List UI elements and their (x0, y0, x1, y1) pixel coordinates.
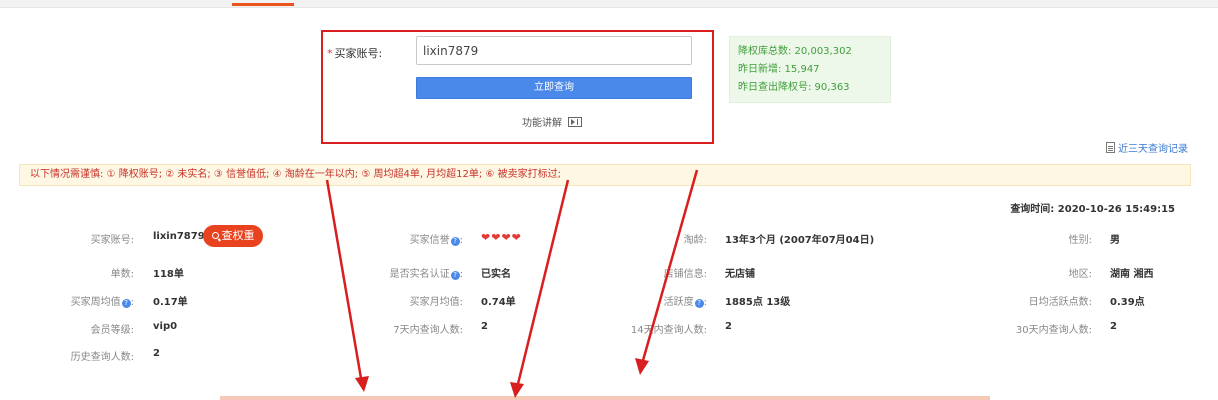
query-14d-label: 14天内查询人数: (630, 325, 707, 336)
document-icon (1106, 142, 1115, 153)
history-link[interactable]: 近三天查询记录 (1106, 140, 1188, 155)
gender-label: 性别: (1068, 235, 1092, 246)
shop-label: 店铺信息: (663, 269, 707, 280)
monthly-value: 0.74单 (481, 297, 516, 308)
gender-value: 男 (1110, 235, 1120, 246)
arrowhead-left (355, 376, 369, 392)
member-level-value: vip0 (153, 321, 178, 332)
weekly-value: 0.17单 (153, 297, 188, 308)
daily-active-label: 日均活跃点数: (1028, 297, 1092, 308)
orders-label: 单数: (110, 269, 134, 280)
history-query-label: 历史查询人数: (70, 352, 134, 363)
account-field-label: * 买家账号: (327, 47, 383, 60)
stats-yesterday-checked: 昨日查出降权号: 90,363 (738, 82, 850, 93)
query-7d-value: 2 (481, 321, 488, 332)
heart-icon: ❤ (501, 231, 511, 244)
activity-value: 1885点 13级 (725, 297, 791, 308)
search-icon (211, 232, 219, 239)
activity-label: 活跃度?: (663, 297, 707, 308)
buyer-account-label: 买家账号: (90, 235, 134, 246)
heart-icon: ❤ (481, 231, 491, 244)
bottom-banner-edge (220, 396, 990, 400)
history-link-label: 近三天查询记录 (1118, 144, 1188, 155)
taoling-label: 淘龄: (683, 235, 707, 246)
heart-icon: ❤ (491, 231, 501, 244)
realname-value: 已实名 (481, 269, 511, 280)
monthly-label: 买家月均值: (409, 297, 463, 308)
query-14d-value: 2 (725, 321, 732, 332)
query-time: 查询时间: 2020-10-26 15:49:15 (1010, 204, 1175, 215)
query-button[interactable]: 立即查询 (416, 77, 692, 99)
help-icon[interactable]: ? (121, 299, 131, 308)
weekly-label: 买家周均值?: (70, 297, 134, 308)
daily-active-value: 0.39点 (1110, 297, 1145, 308)
video-icon (568, 116, 582, 127)
taoling-value: 13年3个月 (2007年07月04日) (725, 235, 875, 246)
active-tab-indicator (232, 3, 294, 6)
explain-link[interactable]: 功能讲解 (522, 114, 582, 129)
region-label: 地区: (1068, 269, 1092, 280)
history-query-value: 2 (153, 348, 160, 359)
required-marker: * (327, 47, 333, 60)
stats-total: 降权库总数: 20,003,302 (738, 46, 852, 57)
stats-yesterday-new: 昨日新增: 15,947 (738, 64, 820, 75)
shop-value: 无店铺 (725, 269, 755, 280)
query-7d-label: 7天内查询人数: (393, 325, 463, 336)
help-icon[interactable]: ? (694, 299, 704, 308)
orders-value: 118单 (153, 269, 184, 280)
help-icon[interactable]: ? (450, 237, 460, 246)
account-input[interactable] (416, 36, 692, 65)
reputation-hearts: ❤ ❤ ❤ ❤ (481, 232, 521, 243)
arrow-middle (515, 179, 570, 389)
arrow-left (325, 179, 364, 385)
buyer-account-value: lixin7879 (153, 231, 205, 242)
member-level-label: 会员等级: (90, 325, 134, 336)
help-icon[interactable]: ? (450, 271, 460, 280)
notice-bar: 以下情况需谨慎: ① 降权账号; ② 未实名; ③ 信誉值低; ④ 淘龄在一年以… (19, 164, 1191, 186)
arrowhead-right (635, 358, 649, 375)
heart-icon: ❤ (511, 231, 521, 244)
query-30d-label: 30天内查询人数: (1015, 325, 1092, 336)
realname-label: 是否实名认证?: (389, 269, 463, 280)
stats-panel: 降权库总数: 20,003,302 昨日新增: 15,947 昨日查出降权号: … (729, 36, 891, 103)
top-nav-strip (0, 0, 1218, 8)
check-weight-button[interactable]: 查权重 (203, 225, 263, 247)
explain-link-label: 功能讲解 (522, 118, 562, 129)
reputation-label: 买家信誉?: (409, 235, 463, 246)
query-30d-value: 2 (1110, 321, 1117, 332)
region-value: 湖南 湘西 (1110, 269, 1154, 280)
check-weight-label: 查权重 (221, 229, 255, 242)
